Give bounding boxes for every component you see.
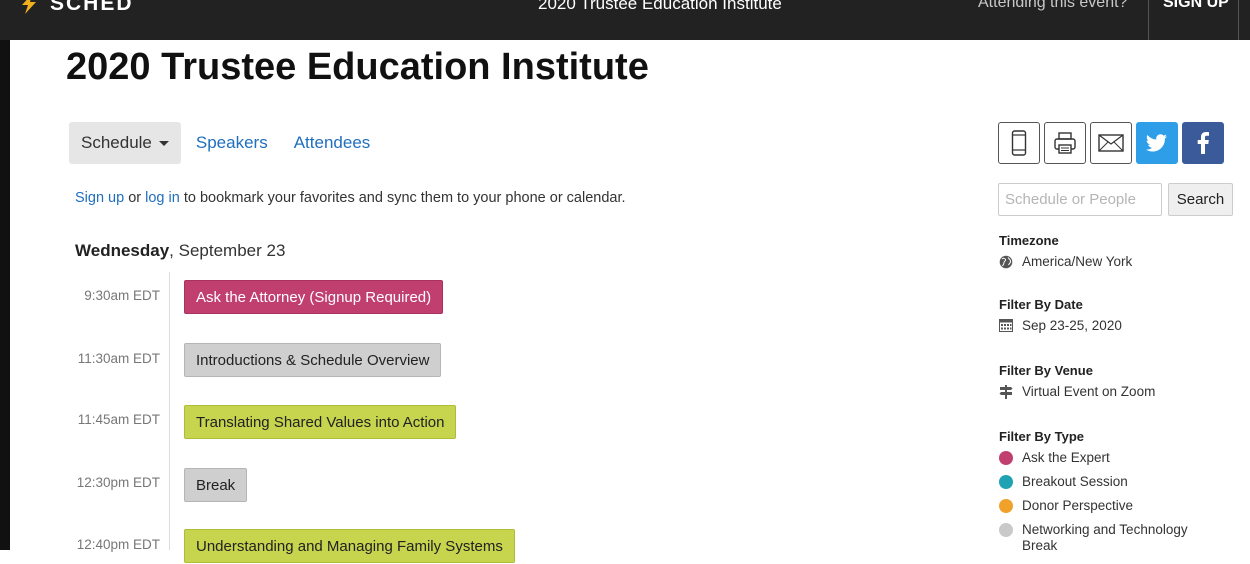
filter-type-breakout-session[interactable]: Breakout Session [999,474,1128,489]
session-time: 9:30am EDT [84,288,160,303]
type-color-dot [999,498,1013,513]
filter-type-ask-the-expert[interactable]: Ask the Expert [999,450,1110,465]
filter-type-donor-perspective[interactable]: Donor Perspective [999,498,1133,513]
divider [1238,0,1239,40]
logo-text: SCHED [50,0,134,15]
type-color-dot [999,450,1013,465]
twitter-button[interactable] [1136,122,1178,164]
event-title-header: 2020 Trustee Education Institute [538,0,782,13]
type-label: Ask the Expert [1022,450,1110,465]
globe-icon [999,255,1013,269]
share-buttons [998,122,1224,164]
mobile-icon [1011,130,1027,156]
session-break[interactable]: Break [184,468,248,502]
timeline-line [169,272,170,550]
print-button[interactable] [1044,122,1086,164]
signup-link[interactable]: Sign up [75,190,124,206]
signin-or-text: or [124,190,146,206]
sched-logo-icon [22,0,36,14]
top-signup-button[interactable]: SIGN UP [1163,0,1229,12]
page-title: 2020 Trustee Education Institute [66,46,649,88]
filter-date-title: Filter By Date [999,297,1083,312]
session-family-systems[interactable]: Understanding and Managing Family System… [184,529,515,563]
session-time: 11:45am EDT [77,412,160,427]
tab-schedule[interactable]: Schedule [69,122,181,164]
chevron-down-icon [158,140,169,146]
type-label: Donor Perspective [1022,498,1134,513]
login-link[interactable]: log in [145,190,180,206]
filter-venue-title: Filter By Venue [999,363,1093,378]
type-label: Networking and Technology Break [1022,522,1188,553]
timezone-value: America/New York [1022,254,1133,269]
filter-type-networking-break[interactable]: Networking and Technology Break [999,522,1229,554]
filter-type-title: Filter By Type [999,429,1085,444]
signpost-icon [999,384,1013,399]
search-button[interactable]: Search [1168,183,1233,216]
schedule-tabs: Schedule Speakers Attendees [69,122,370,164]
facebook-button[interactable] [1182,122,1224,164]
divider [1148,0,1149,40]
session-introductions[interactable]: Introductions & Schedule Overview [184,343,442,377]
print-icon [1054,132,1076,154]
session-ask-the-attorney[interactable]: Ask the Attorney (Signup Required) [184,280,444,314]
tab-speakers[interactable]: Speakers [196,133,268,153]
email-button[interactable] [1090,122,1132,164]
twitter-icon [1146,134,1167,152]
facebook-icon [1197,132,1209,154]
left-edge-bar [0,40,10,550]
attending-prompt: Attending this event? [978,0,1128,11]
day-heading: Wednesday, September 23 [75,241,285,261]
session-time: 11:30am EDT [77,351,160,366]
sched-logo[interactable]: SCHED [18,0,134,16]
signin-rest-text: to bookmark your favorites and sync them… [179,190,626,206]
type-label: Breakout Session [1022,474,1128,489]
email-icon [1098,134,1124,152]
type-color-dot [999,474,1013,489]
search-input[interactable] [998,183,1162,216]
filter-venue-value: Virtual Event on Zoom [1022,384,1156,399]
timezone-row[interactable]: America/New York [999,254,1132,269]
day-weekday: Wednesday [75,241,170,260]
filter-date-row[interactable]: Sep 23-25, 2020 [999,318,1122,333]
type-color-dot [999,523,1013,537]
mobile-button[interactable] [998,122,1040,164]
tab-schedule-label: Schedule [81,133,152,152]
filter-venue-row[interactable]: Virtual Event on Zoom [999,384,1155,399]
session-shared-values[interactable]: Translating Shared Values into Action [184,405,457,439]
timezone-title: Timezone [999,233,1059,248]
signin-prompt: Sign up or log in to bookmark your favor… [75,190,626,206]
tab-attendees[interactable]: Attendees [294,133,371,153]
session-time: 12:30pm EDT [76,475,160,490]
filter-date-value: Sep 23-25, 2020 [1022,318,1122,333]
calendar-icon [999,319,1013,333]
day-date: , September 23 [169,241,286,260]
top-navigation-bar: SCHED 2020 Trustee Education Institute A… [0,0,1250,40]
